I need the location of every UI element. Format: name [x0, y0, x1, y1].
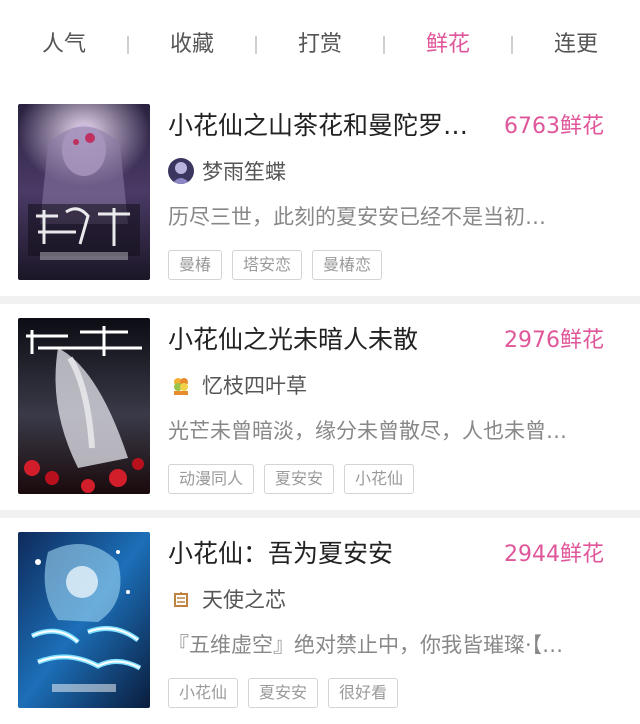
- author-avatar: [168, 372, 194, 398]
- tab-favorites[interactable]: 收藏: [128, 34, 256, 56]
- tab-updates[interactable]: 连更: [512, 34, 640, 56]
- tab-flowers[interactable]: 鲜花: [384, 34, 512, 56]
- author-row[interactable]: 忆枝四叶草: [168, 370, 307, 400]
- tag-list: 曼椿 塔安恋 曼椿恋: [168, 250, 392, 280]
- flower-count: 6763鲜花: [504, 114, 604, 139]
- tab-popularity[interactable]: 人气: [0, 34, 128, 56]
- tag[interactable]: 塔安恋: [232, 250, 303, 280]
- book-description: 光芒未曾暗淡，缘分未曾散尽，人也未曾…: [168, 419, 567, 443]
- book-item[interactable]: 小花仙之光未暗人未散 2976鲜花 忆枝四叶草 光芒未曾暗淡，缘分未曾散尽，人也…: [0, 304, 640, 518]
- book-title[interactable]: 小花仙：吾为夏安安: [168, 538, 488, 570]
- author-row[interactable]: 天使之芯: [168, 584, 286, 614]
- book-cover[interactable]: [18, 104, 150, 280]
- book-title[interactable]: 小花仙之山茶花和曼陀罗…: [168, 110, 488, 142]
- book-cover[interactable]: [18, 318, 150, 494]
- tab-divider: [511, 36, 513, 54]
- tab-rewards[interactable]: 打赏: [256, 34, 384, 56]
- book-item[interactable]: 小花仙：吾为夏安安 2944鲜花 天使之芯 『五维虚空』绝对禁止中，你我皆璀璨·…: [0, 518, 640, 724]
- tag[interactable]: 小花仙: [344, 464, 415, 494]
- tab-divider: [255, 36, 257, 54]
- book-description: 『五维虚空』绝对禁止中，你我皆璀璨·【…: [168, 633, 564, 657]
- ranking-tabs: 人气 收藏 打赏 鲜花 连更: [0, 0, 640, 90]
- flower-count: 2944鲜花: [504, 542, 604, 567]
- book-list: 小花仙之山茶花和曼陀罗… 6763鲜花 梦雨笙蝶 历尽三世，此刻的夏安安已经不是…: [0, 90, 640, 724]
- author-name: 天使之芯: [202, 588, 286, 612]
- tag[interactable]: 夏安安: [264, 464, 335, 494]
- tag[interactable]: 夏安安: [248, 678, 319, 708]
- tab-divider: [383, 36, 385, 54]
- tag[interactable]: 小花仙: [168, 678, 239, 708]
- tag[interactable]: 动漫同人: [168, 464, 255, 494]
- tag[interactable]: 曼椿: [168, 250, 223, 280]
- flower-count: 2976鲜花: [504, 328, 604, 353]
- tag-list: 动漫同人 夏安安 小花仙: [168, 464, 424, 494]
- book-description: 历尽三世，此刻的夏安安已经不是当初…: [168, 205, 546, 229]
- book-item[interactable]: 小花仙之山茶花和曼陀罗… 6763鲜花 梦雨笙蝶 历尽三世，此刻的夏安安已经不是…: [0, 90, 640, 304]
- book-cover[interactable]: [18, 532, 150, 708]
- tag[interactable]: 很好看: [328, 678, 399, 708]
- author-name: 梦雨笙蝶: [202, 160, 286, 184]
- author-row[interactable]: 梦雨笙蝶: [168, 156, 286, 186]
- tab-divider: [127, 36, 129, 54]
- tag[interactable]: 曼椿恋: [312, 250, 383, 280]
- author-name: 忆枝四叶草: [202, 374, 307, 398]
- author-avatar: [168, 158, 194, 184]
- tag-list: 小花仙 夏安安 很好看: [168, 678, 408, 708]
- book-title[interactable]: 小花仙之光未暗人未散: [168, 324, 488, 356]
- author-avatar: [168, 586, 194, 612]
